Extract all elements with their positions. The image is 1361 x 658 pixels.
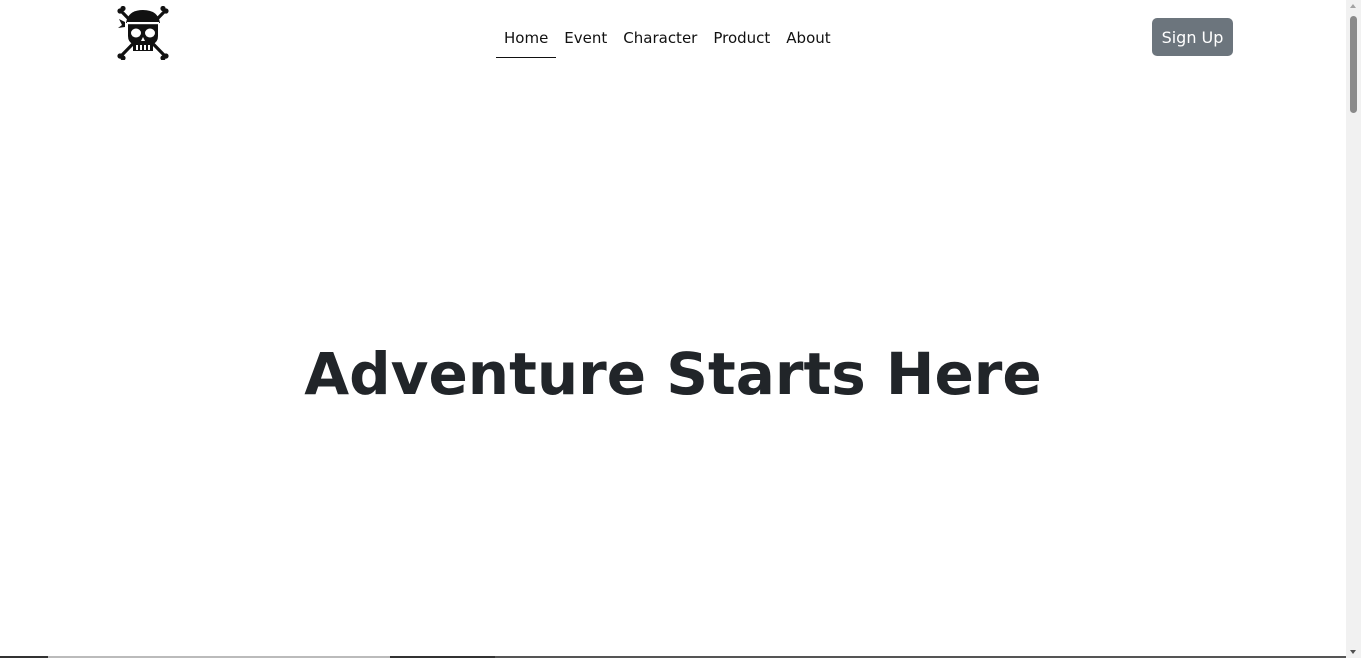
sign-up-button[interactable]: Sign Up — [1152, 18, 1233, 56]
vertical-scrollbar[interactable] — [1346, 0, 1361, 658]
nav-link-event[interactable]: Event — [556, 18, 615, 58]
scrollbar-thumb[interactable] — [1350, 16, 1357, 113]
nav-link-home[interactable]: Home — [496, 18, 557, 58]
scroll-down-arrow-icon[interactable] — [1350, 650, 1356, 654]
logo-link[interactable] — [116, 6, 170, 60]
main-nav: Home Event Character Product About — [496, 18, 839, 58]
nav-link-about[interactable]: About — [778, 18, 838, 58]
pirate-skull-icon — [117, 6, 169, 60]
nav-link-product[interactable]: Product — [705, 18, 778, 58]
nav-link-character[interactable]: Character — [615, 18, 705, 58]
hero-section: Adventure Starts Here — [0, 340, 1346, 410]
hero-title: Adventure Starts Here — [304, 340, 1042, 408]
page: Home Event Character Product About Sign … — [0, 0, 1361, 658]
navbar: Home Event Character Product About Sign … — [0, 0, 1346, 76]
scroll-up-arrow-icon[interactable] — [1350, 4, 1356, 8]
